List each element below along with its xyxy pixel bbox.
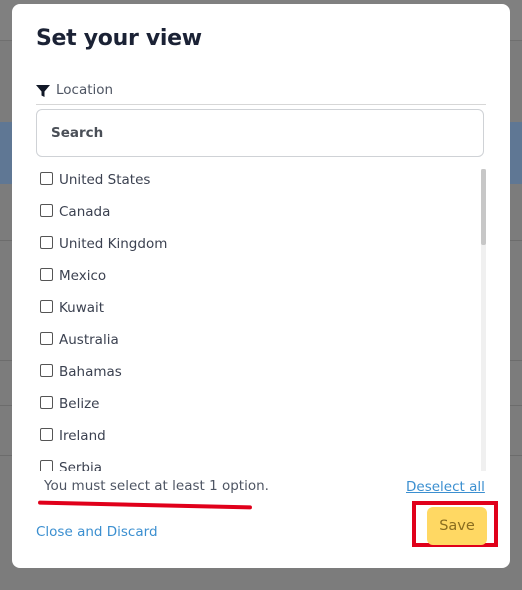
option-checkbox[interactable] xyxy=(40,300,53,313)
search-input[interactable] xyxy=(36,109,484,157)
validation-message: You must select at least 1 option. xyxy=(44,478,269,494)
option-label: Kuwait xyxy=(59,300,105,316)
option-label: Mexico xyxy=(59,268,107,284)
deselect-all-link[interactable]: Deselect all xyxy=(406,479,485,495)
filter-label: Location xyxy=(56,82,114,98)
list-scrollbar[interactable] xyxy=(481,169,486,471)
location-filter-header: Location xyxy=(36,80,486,105)
option-label: Bahamas xyxy=(59,364,122,380)
option-label: Ireland xyxy=(59,428,106,444)
option-checkbox[interactable] xyxy=(40,396,53,409)
option-checkbox[interactable] xyxy=(40,428,53,441)
location-option[interactable]: Belize xyxy=(36,393,486,425)
location-option[interactable]: Australia xyxy=(36,329,486,361)
scrollbar-thumb[interactable] xyxy=(481,169,486,245)
option-checkbox[interactable] xyxy=(40,332,53,345)
location-option[interactable]: United Kingdom xyxy=(36,233,486,265)
save-button[interactable]: Save xyxy=(427,507,487,545)
option-checkbox[interactable] xyxy=(40,460,53,471)
annotation-underline xyxy=(37,500,253,510)
option-label: Canada xyxy=(59,204,111,220)
set-view-dialog: Set your view Location United States Cana… xyxy=(12,4,510,568)
option-label: Belize xyxy=(59,396,100,412)
location-option[interactable]: Canada xyxy=(36,201,486,233)
option-checkbox[interactable] xyxy=(40,364,53,377)
option-label: United Kingdom xyxy=(59,236,168,252)
dialog-title: Set your view xyxy=(36,26,202,51)
filter-icon xyxy=(36,83,50,97)
location-option[interactable]: United States xyxy=(36,169,486,201)
option-label: United States xyxy=(59,172,151,188)
option-checkbox[interactable] xyxy=(40,236,53,249)
option-checkbox[interactable] xyxy=(40,268,53,281)
location-option[interactable]: Bahamas xyxy=(36,361,486,393)
location-options-list[interactable]: United States Canada United Kingdom Mexico K… xyxy=(36,169,486,471)
option-checkbox[interactable] xyxy=(40,172,53,185)
option-label: Australia xyxy=(59,332,119,348)
location-option[interactable]: Ireland xyxy=(36,425,486,457)
close-and-discard-link[interactable]: Close and Discard xyxy=(36,524,158,540)
option-label: Serbia xyxy=(59,460,103,471)
location-option[interactable]: Kuwait xyxy=(36,297,486,329)
location-option[interactable]: Serbia xyxy=(36,457,486,471)
location-option[interactable]: Mexico xyxy=(36,265,486,297)
option-checkbox[interactable] xyxy=(40,204,53,217)
